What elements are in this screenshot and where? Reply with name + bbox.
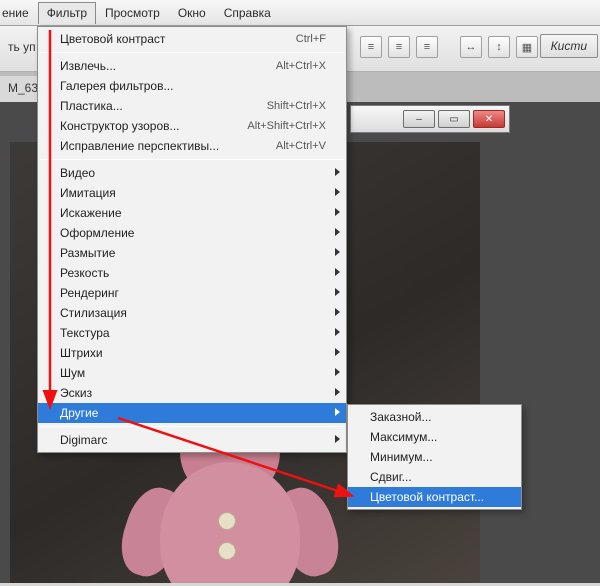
submenu-arrow-icon <box>335 188 340 196</box>
filter-vanishing-point[interactable]: Исправление перспективы... Alt+Ctrl+V <box>38 136 346 156</box>
menu-shortcut: Ctrl+F <box>296 33 326 45</box>
filter-noise[interactable]: Шум <box>38 363 346 383</box>
submenu-arrow-icon <box>335 408 340 416</box>
submenu-arrow-icon <box>335 388 340 396</box>
submenu-arrow-icon <box>335 208 340 216</box>
other-custom[interactable]: Заказной... <box>348 407 521 427</box>
menu-label: Имитация <box>60 186 116 200</box>
maximize-button[interactable]: ▭ <box>438 110 470 128</box>
document-window-chrome: – ▭ ✕ <box>350 105 510 145</box>
menu-item-help[interactable]: Справка <box>215 2 280 24</box>
filter-other[interactable]: Другие <box>38 403 346 423</box>
menu-label: Видео <box>60 166 95 180</box>
align-middle-icon[interactable]: ≡ <box>388 36 410 58</box>
other-offset[interactable]: Сдвиг... <box>348 467 521 487</box>
filter-other-submenu: Заказной... Максимум... Минимум... Сдвиг… <box>347 404 522 510</box>
menu-shortcut: Alt+Shift+Ctrl+X <box>247 120 326 132</box>
submenu-arrow-icon <box>335 248 340 256</box>
filter-digimarc[interactable]: Digimarc <box>38 430 346 450</box>
filter-gallery[interactable]: Галерея фильтров... <box>38 76 346 96</box>
filter-pattern-maker[interactable]: Конструктор узоров... Alt+Shift+Ctrl+X <box>38 116 346 136</box>
menu-shortcut: Alt+Ctrl+V <box>276 140 326 152</box>
submenu-arrow-icon <box>335 228 340 236</box>
filter-render[interactable]: Рендеринг <box>38 283 346 303</box>
submenu-arrow-icon <box>335 368 340 376</box>
options-label-fragment: ть уп <box>8 40 36 54</box>
menu-label: Эскиз <box>60 386 92 400</box>
distribute-v-icon[interactable]: ↕ <box>488 36 510 58</box>
menu-label: Шум <box>60 366 85 380</box>
close-button[interactable]: ✕ <box>473 110 505 128</box>
menu-label: Оформление <box>60 226 134 240</box>
menu-shortcut: Alt+Ctrl+X <box>276 60 326 72</box>
filter-sharpen[interactable]: Резкость <box>38 263 346 283</box>
menu-label: Размытие <box>60 246 115 260</box>
menu-item-window[interactable]: Окно <box>169 2 215 24</box>
distribute-h-icon[interactable]: ↔ <box>460 36 482 58</box>
menu-shortcut: Shift+Ctrl+X <box>267 100 326 112</box>
submenu-arrow-icon <box>335 328 340 336</box>
filter-blur[interactable]: Размытие <box>38 243 346 263</box>
menu-label: Извлечь... <box>60 59 116 73</box>
filter-distort[interactable]: Искажение <box>38 203 346 223</box>
other-maximum[interactable]: Максимум... <box>348 427 521 447</box>
submenu-arrow-icon <box>335 348 340 356</box>
menu-item-filter[interactable]: Фильтр <box>38 2 96 24</box>
submenu-arrow-icon <box>335 308 340 316</box>
minimize-button[interactable]: – <box>403 110 435 128</box>
submenu-arrow-icon <box>335 168 340 176</box>
menu-label: Стилизация <box>60 306 127 320</box>
submenu-arrow-icon <box>335 288 340 296</box>
menu-label: Минимум... <box>370 450 433 464</box>
menu-label: Галерея фильтров... <box>60 79 173 93</box>
menu-label: Исправление перспективы... <box>60 139 219 153</box>
filter-video[interactable]: Видео <box>38 163 346 183</box>
menu-item-view[interactable]: Просмотр <box>96 2 169 24</box>
filter-pixelate[interactable]: Оформление <box>38 223 346 243</box>
menubar: ение Фильтр Просмотр Окно Справка <box>0 0 600 26</box>
menu-label: Максимум... <box>370 430 437 444</box>
align-bottom-icon[interactable]: ≡ <box>416 36 438 58</box>
workspace-icon[interactable]: ▦ <box>516 36 538 58</box>
menu-label: Рендеринг <box>60 286 119 300</box>
menu-label: Пластика... <box>60 99 123 113</box>
filter-last-used[interactable]: Цветовой контраст Ctrl+F <box>38 29 346 49</box>
filter-sketch[interactable]: Эскиз <box>38 383 346 403</box>
menu-label: Конструктор узоров... <box>60 119 180 133</box>
menu-label: Digimarc <box>60 433 107 447</box>
other-high-pass[interactable]: Цветовой контраст... <box>348 487 521 507</box>
menu-label: Другие <box>60 406 98 420</box>
menu-label: Цветовой контраст... <box>370 490 484 504</box>
distribute-buttons: ↔ ↕ <box>460 36 510 58</box>
document-titlebar: – ▭ ✕ <box>350 105 510 133</box>
filter-extract[interactable]: Извлечь... Alt+Ctrl+X <box>38 56 346 76</box>
menu-separator <box>40 159 344 160</box>
menu-label: Искажение <box>60 206 122 220</box>
align-buttons: ≡ ≡ ≡ <box>360 36 438 58</box>
menu-label: Заказной... <box>370 410 431 424</box>
brushes-panel-tab[interactable]: Кисти <box>540 34 598 58</box>
align-top-icon[interactable]: ≡ <box>360 36 382 58</box>
filter-dropdown: Цветовой контраст Ctrl+F Извлечь... Alt+… <box>37 26 347 453</box>
filter-artistic[interactable]: Имитация <box>38 183 346 203</box>
menu-label: Штрихи <box>60 346 103 360</box>
other-minimum[interactable]: Минимум... <box>348 447 521 467</box>
filter-texture[interactable]: Текстура <box>38 323 346 343</box>
menu-label: Сдвиг... <box>370 470 412 484</box>
submenu-arrow-icon <box>335 435 340 443</box>
filter-liquify[interactable]: Пластика... Shift+Ctrl+X <box>38 96 346 116</box>
menu-item-editing[interactable]: ение <box>2 2 38 24</box>
menu-label: Текстура <box>60 326 110 340</box>
menu-separator <box>40 426 344 427</box>
menu-label: Цветовой контраст <box>60 32 165 46</box>
misc-buttons: ▦ <box>516 36 538 58</box>
filter-brush-strokes[interactable]: Штрихи <box>38 343 346 363</box>
menu-label: Резкость <box>60 266 109 280</box>
filter-stylize[interactable]: Стилизация <box>38 303 346 323</box>
menu-separator <box>40 52 344 53</box>
submenu-arrow-icon <box>335 268 340 276</box>
